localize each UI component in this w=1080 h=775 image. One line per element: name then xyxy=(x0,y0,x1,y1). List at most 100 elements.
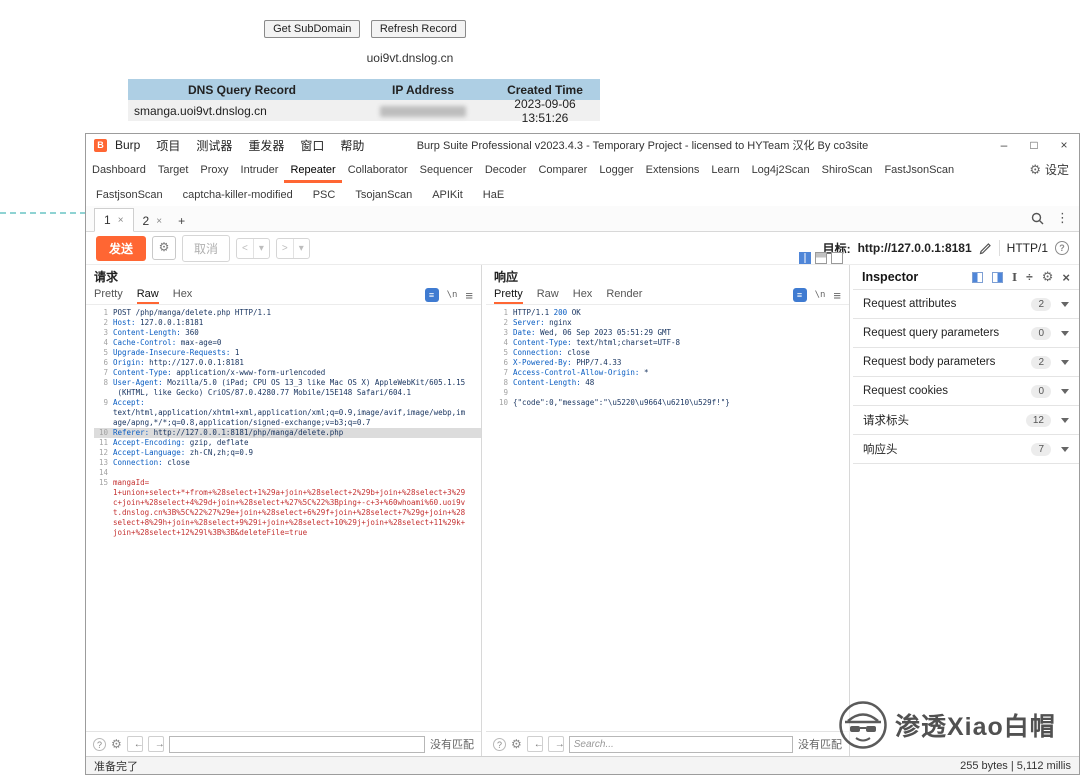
pretty-print-icon[interactable]: ≡ xyxy=(424,288,439,302)
code-line: age/apng,*/*;q=0.8,application/signed-ex… xyxy=(94,418,481,428)
search-icon[interactable] xyxy=(1031,212,1044,225)
inspector-section[interactable]: Request attributes 2 xyxy=(853,290,1079,319)
main-tab-learn[interactable]: Learn xyxy=(705,156,745,183)
search-settings-icon[interactable]: ⚙ xyxy=(511,737,522,751)
main-tab-comparer[interactable]: Comparer xyxy=(532,156,593,183)
search-help-icon[interactable]: ? xyxy=(493,737,506,751)
get-subdomain-button[interactable]: Get SubDomain xyxy=(264,20,361,38)
main-tab-extensions[interactable]: Extensions xyxy=(640,156,706,183)
collapse-all-icon[interactable]: ÷ xyxy=(1026,270,1033,284)
history-forward-button[interactable]: > ▾ xyxy=(275,237,310,259)
line-content: Content-Type: application/x-www-form-url… xyxy=(113,368,326,377)
extension-tab-apikit[interactable]: APIKit xyxy=(422,183,473,206)
response-search-input[interactable] xyxy=(568,735,793,753)
edit-pencil-icon[interactable] xyxy=(979,242,992,255)
close-button[interactable]: × xyxy=(1049,134,1079,156)
response-tab-render[interactable]: Render xyxy=(606,286,642,304)
response-tab-pretty[interactable]: Pretty xyxy=(494,286,523,304)
search-next-button[interactable]: → xyxy=(547,736,565,752)
inspector-section[interactable]: Request cookies 0 xyxy=(853,377,1079,406)
inspector-section[interactable]: Request body parameters 2 xyxy=(853,348,1079,377)
inspector-section[interactable]: 响应头 7 xyxy=(853,435,1079,464)
tab-close-icon[interactable]: × xyxy=(118,215,124,226)
main-tab-log4j2scan[interactable]: Log4j2Scan xyxy=(746,156,816,183)
request-editor[interactable]: 1 POST /php/manga/delete.php HTTP/1.1 2 Hos… xyxy=(86,305,481,731)
extension-tab-fastjsonscan[interactable]: FastjsonScan xyxy=(86,183,173,206)
search-prev-button[interactable]: ← xyxy=(526,736,544,752)
line-content: age/apng,*/*;q=0.8,application/signed-ex… xyxy=(113,418,371,427)
dock-right-icon[interactable] xyxy=(992,271,1003,283)
new-repeater-tab-button[interactable]: + xyxy=(171,210,192,232)
maximize-button[interactable]: □ xyxy=(1019,134,1049,156)
expand-all-icon[interactable]: I xyxy=(1012,271,1017,284)
inspector-settings-icon[interactable]: ⚙ xyxy=(1042,269,1054,285)
code-line: 5 Connection: close xyxy=(494,348,849,358)
newline-toggle-icon[interactable]: \n xyxy=(815,290,826,300)
menu-item-项目[interactable]: 项目 xyxy=(148,137,188,154)
layout-split-vertical-icon[interactable] xyxy=(799,252,811,264)
line-content: Content-Length: 360 xyxy=(113,328,199,337)
history-back-button[interactable]: < ▾ xyxy=(236,237,270,259)
layout-combined-icon[interactable] xyxy=(831,252,843,264)
main-tab-fastjsonscan[interactable]: FastJsonScan xyxy=(878,156,960,183)
dns-table-row: smanga.uoi9vt.dnslog.cn 2023-09-06 13:51… xyxy=(128,97,600,125)
code-line: 13 Connection: close xyxy=(94,458,481,468)
settings-cluster[interactable]: ⚙ 设定 xyxy=(1029,156,1079,183)
inspector-section[interactable]: 请求标头 12 xyxy=(853,406,1079,435)
main-tab-repeater[interactable]: Repeater xyxy=(284,156,341,183)
request-tab-raw[interactable]: Raw xyxy=(136,286,159,304)
tab-close-icon[interactable]: × xyxy=(156,216,162,227)
menu-item-帮助[interactable]: 帮助 xyxy=(332,137,372,154)
menu-item-测试器[interactable]: 测试器 xyxy=(188,137,240,154)
send-settings-gear-icon[interactable]: ⚙ xyxy=(152,236,177,260)
main-tab-sequencer[interactable]: Sequencer xyxy=(414,156,479,183)
menu-item-重发器[interactable]: 重发器 xyxy=(240,137,292,154)
burp-app-icon: B xyxy=(94,138,107,152)
response-tab-raw[interactable]: Raw xyxy=(537,286,559,304)
minimize-button[interactable]: – xyxy=(989,134,1019,156)
repeater-tab-2[interactable]: 2 × xyxy=(134,210,172,232)
search-settings-icon[interactable]: ⚙ xyxy=(111,737,122,751)
extension-tab-captcha-killer-modified[interactable]: captcha-killer-modified xyxy=(173,183,303,206)
menu-item-窗口[interactable]: 窗口 xyxy=(292,137,332,154)
pretty-print-icon[interactable]: ≡ xyxy=(792,288,807,302)
extension-tab-psc[interactable]: PSC xyxy=(303,183,346,206)
line-content: 1+union+select+*+from+%28select+1%29a+jo… xyxy=(113,488,466,497)
main-tab-target[interactable]: Target xyxy=(152,156,195,183)
repeater-tab-1[interactable]: 1 × xyxy=(94,208,134,232)
extension-tab-hae[interactable]: HaE xyxy=(473,183,514,206)
menu-item-Burp[interactable]: Burp xyxy=(107,138,148,152)
send-button[interactable]: 发送 xyxy=(96,235,147,261)
response-tab-hex[interactable]: Hex xyxy=(573,286,593,304)
cancel-button[interactable]: 取消 xyxy=(182,234,231,262)
settings-gear-icon: ⚙ xyxy=(1029,161,1041,177)
layout-split-horizontal-icon[interactable] xyxy=(815,252,827,264)
main-tab-logger[interactable]: Logger xyxy=(593,156,639,183)
main-tab-collaborator[interactable]: Collaborator xyxy=(342,156,414,183)
main-tab-dashboard[interactable]: Dashboard xyxy=(86,156,152,183)
newline-toggle-icon[interactable]: \n xyxy=(447,290,458,300)
search-help-icon[interactable]: ? xyxy=(93,737,106,751)
response-no-match-label: 没有匹配 xyxy=(798,739,842,751)
http-version-badge[interactable]: HTTP/1 xyxy=(1007,241,1048,255)
request-search-input[interactable] xyxy=(168,735,425,753)
response-editor[interactable]: 1 HTTP/1.1 200 OK 2 Server: nginx 3 Date: Wed… xyxy=(486,305,849,731)
refresh-record-button[interactable]: Refresh Record xyxy=(370,20,466,38)
request-tab-hex[interactable]: Hex xyxy=(173,286,193,304)
inspector-close-icon[interactable]: × xyxy=(1062,270,1070,285)
editor-menu-icon[interactable]: ≡ xyxy=(465,288,473,303)
kebab-menu-icon[interactable]: ⋮ xyxy=(1056,210,1069,226)
help-icon[interactable]: ? xyxy=(1055,241,1069,255)
search-prev-button[interactable]: ← xyxy=(126,736,144,752)
inspector-section[interactable]: Request query parameters 0 xyxy=(853,319,1079,348)
main-tab-intruder[interactable]: Intruder xyxy=(235,156,285,183)
search-next-button[interactable]: → xyxy=(147,736,165,752)
dock-left-icon[interactable] xyxy=(972,271,983,283)
main-tab-proxy[interactable]: Proxy xyxy=(194,156,234,183)
request-tab-pretty[interactable]: Pretty xyxy=(94,286,123,304)
main-tab-shiroscan[interactable]: ShiroScan xyxy=(816,156,879,183)
line-number xyxy=(94,508,113,518)
editor-menu-icon[interactable]: ≡ xyxy=(833,288,841,303)
main-tab-decoder[interactable]: Decoder xyxy=(479,156,533,183)
extension-tab-tsojanscan[interactable]: TsojanScan xyxy=(345,183,422,206)
